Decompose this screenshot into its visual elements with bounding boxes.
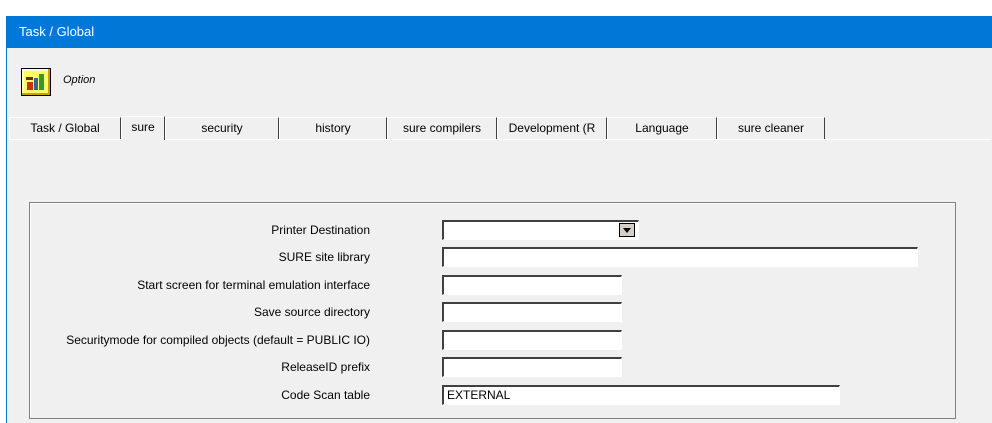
- code-scan-table-label: Code Scan table: [281, 388, 370, 402]
- tab-sure-compilers[interactable]: sure compilers: [387, 117, 497, 139]
- tab-sure-cleaner[interactable]: sure cleaner: [717, 117, 825, 139]
- tab-development[interactable]: Development (R: [497, 117, 607, 139]
- tab-security[interactable]: security: [165, 117, 279, 139]
- sure-site-library-input[interactable]: [442, 247, 918, 267]
- securitymode-input[interactable]: [442, 330, 622, 350]
- tab-task-global[interactable]: Task / Global: [9, 117, 121, 139]
- tab-sure[interactable]: sure: [121, 116, 165, 140]
- task-global-window: Task / Global Option Task / Global sure …: [6, 16, 992, 423]
- chevron-down-icon[interactable]: [619, 223, 635, 237]
- save-source-directory-label: Save source directory: [253, 305, 370, 319]
- printer-destination-select[interactable]: [442, 220, 639, 240]
- settings-panel: Printer Destination SURE site library St…: [29, 202, 956, 419]
- save-source-directory-input[interactable]: [442, 302, 622, 322]
- code-scan-table-input[interactable]: EXTERNAL: [442, 385, 840, 405]
- tab-language[interactable]: Language: [607, 117, 717, 139]
- sure-site-library-label: SURE site library: [278, 250, 370, 264]
- releaseid-prefix-label: ReleaseID prefix: [281, 360, 370, 374]
- top-strip: [0, 0, 992, 16]
- option-tools-icon[interactable]: [21, 68, 51, 96]
- securitymode-label: Securitymode for compiled objects (defau…: [66, 333, 370, 347]
- window-title: Task / Global: [7, 16, 992, 48]
- start-screen-label: Start screen for terminal emulation inte…: [137, 278, 370, 292]
- tab-history[interactable]: history: [279, 117, 387, 139]
- start-screen-input[interactable]: [442, 275, 622, 295]
- option-label: Option: [63, 74, 96, 86]
- printer-destination-label: Printer Destination: [271, 223, 370, 237]
- releaseid-prefix-input[interactable]: [442, 357, 622, 377]
